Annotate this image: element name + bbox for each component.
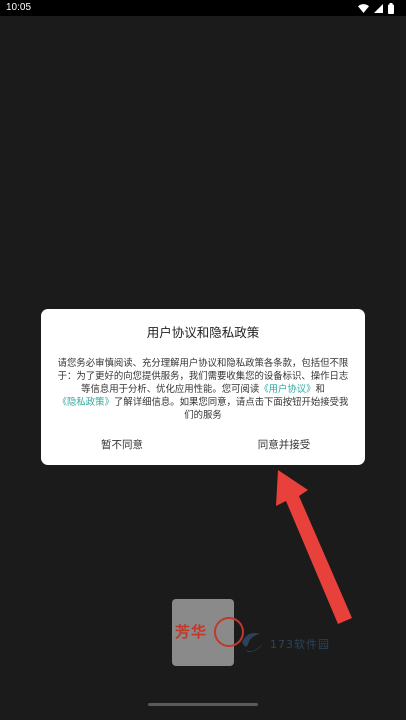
status-icons xyxy=(358,2,394,14)
status-bar: 10:05 xyxy=(0,0,406,16)
app-logo: 芳华 xyxy=(172,599,244,666)
watermark: 173软件园 xyxy=(240,630,360,656)
watermark-text: 173软件园 xyxy=(270,638,330,651)
wifi-icon xyxy=(358,3,369,13)
watermark-logo-icon xyxy=(242,633,262,652)
privacy-policy-link[interactable]: 《隐私政策》 xyxy=(58,397,114,408)
signal-icon xyxy=(374,3,383,13)
status-time: 10:05 xyxy=(6,2,32,13)
battery-icon xyxy=(388,2,394,14)
decline-button[interactable]: 暂不同意 xyxy=(41,437,203,453)
navigation-handle[interactable] xyxy=(148,703,258,706)
dialog-body-and: 和 xyxy=(315,384,325,395)
dialog-body-text-2: 了解详细信息。如果您同意，请点击下面按钮开始接受我们的服务 xyxy=(113,397,349,421)
user-agreement-link[interactable]: 《用户协议》 xyxy=(259,384,315,395)
dialog-actions: 暂不同意 同意并接受 xyxy=(41,437,365,453)
logo-text: 芳华 xyxy=(175,623,208,641)
accept-button[interactable]: 同意并接受 xyxy=(203,437,365,453)
dialog-title: 用户协议和隐私政策 xyxy=(146,325,260,340)
dialog-body: 请您务必审慎阅读、充分理解用户协议和隐私政策各条款，包括但不限于：为了更好的向您… xyxy=(55,357,351,422)
app-screen: 10:05 用户协议和隐私政策 请您务必审慎阅读、充分理解用户协议和隐私政策各条… xyxy=(0,0,406,720)
privacy-dialog: 用户协议和隐私政策 请您务必审慎阅读、充分理解用户协议和隐私政策各条款，包括但不… xyxy=(41,309,365,465)
